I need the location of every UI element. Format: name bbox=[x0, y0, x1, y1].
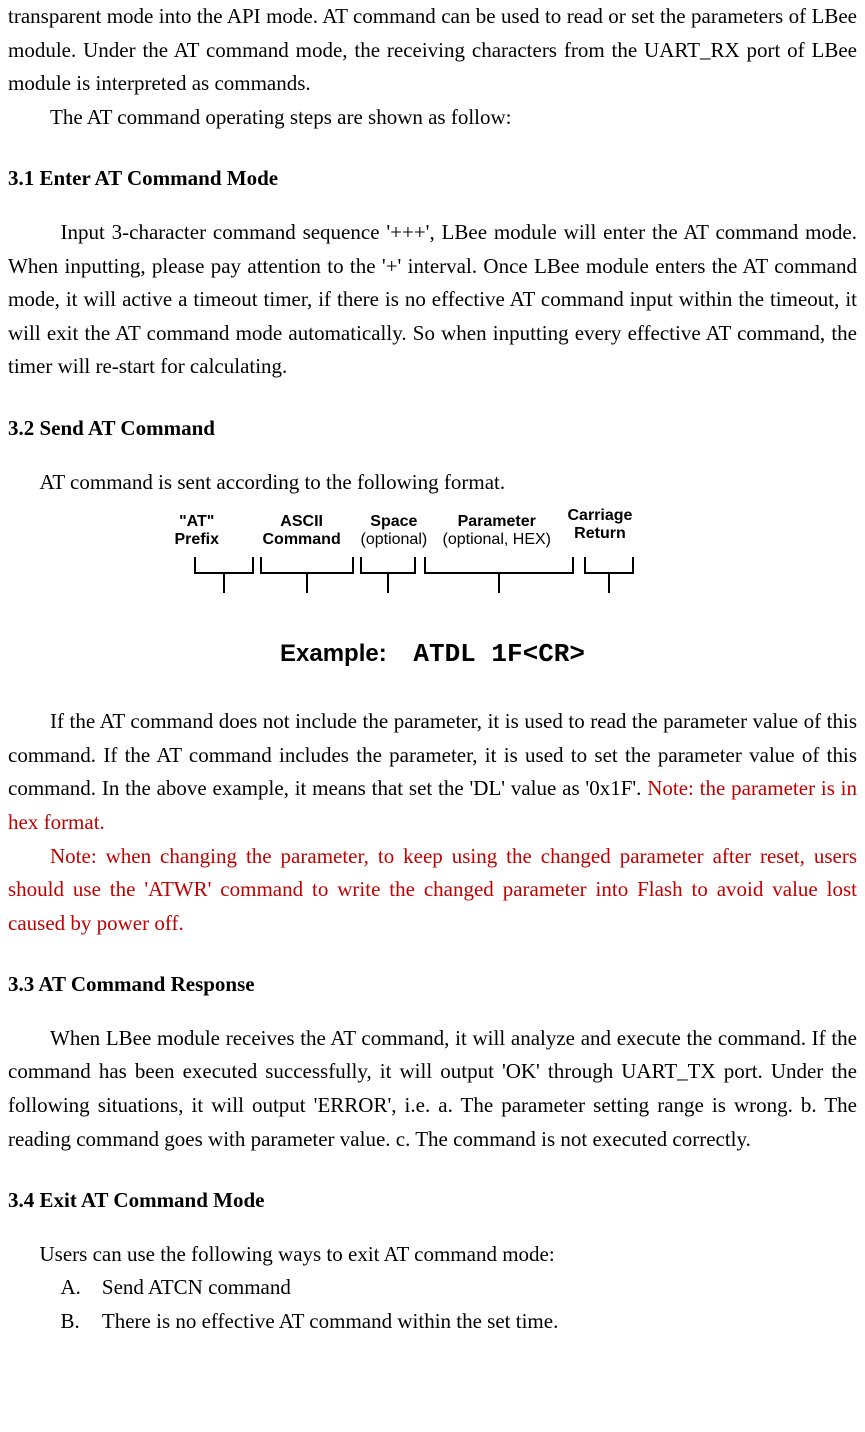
at-command-format-figure: "AT" Prefix ASCII Command Space (optiona… bbox=[8, 507, 857, 687]
section-3-3-paragraph: When LBee module receives the AT command… bbox=[8, 1022, 857, 1156]
figure-label-ascii-command: ASCII Command bbox=[263, 513, 341, 548]
list-item: A. Send ATCN command bbox=[61, 1271, 858, 1305]
figure-label-at-prefix: "AT" Prefix bbox=[175, 513, 219, 548]
intro-paragraph-2: The AT command operating steps are shown… bbox=[8, 101, 857, 135]
section-3-1-paragraph: Input 3-character command sequence '+++'… bbox=[8, 216, 857, 384]
list-text-b: There is no effective AT command within … bbox=[102, 1305, 558, 1339]
figure-label-carriage-return: Carriage Return bbox=[568, 507, 633, 542]
section-3-4-intro: Users can use the following ways to exit… bbox=[8, 1238, 857, 1272]
list-letter-b: B. bbox=[61, 1305, 90, 1339]
intro-paragraph-1: transparent mode into the API mode. AT c… bbox=[8, 0, 857, 101]
figure-example-label: Example: bbox=[280, 640, 387, 667]
heading-3-2: 3.2 Send AT Command bbox=[8, 412, 857, 446]
section-3-2-paragraph-2: If the AT command does not include the p… bbox=[8, 705, 857, 839]
figure-example-row: Example: ATDL 1F<CR> bbox=[193, 634, 673, 676]
section-3-2-intro: AT command is sent according to the foll… bbox=[8, 466, 857, 500]
figure-example-command: ATDL 1F<CR> bbox=[413, 639, 585, 669]
list-text-a: Send ATCN command bbox=[102, 1271, 291, 1305]
list-letter-a: A. bbox=[61, 1271, 90, 1305]
heading-3-1: 3.1 Enter AT Command Mode bbox=[8, 162, 857, 196]
figure-label-space: Space (optional) bbox=[361, 513, 428, 548]
figure-brackets-svg bbox=[193, 555, 673, 610]
section-3-2-note-paragraph: Note: when changing the parameter, to ke… bbox=[8, 840, 857, 941]
list-item: B. There is no effective AT command with… bbox=[61, 1305, 858, 1339]
section-3-4-list: A. Send ATCN command B. There is no effe… bbox=[8, 1271, 857, 1338]
figure-label-parameter: Parameter (optional, HEX) bbox=[443, 513, 552, 548]
heading-3-4: 3.4 Exit AT Command Mode bbox=[8, 1184, 857, 1218]
heading-3-3: 3.3 AT Command Response bbox=[8, 968, 857, 1002]
